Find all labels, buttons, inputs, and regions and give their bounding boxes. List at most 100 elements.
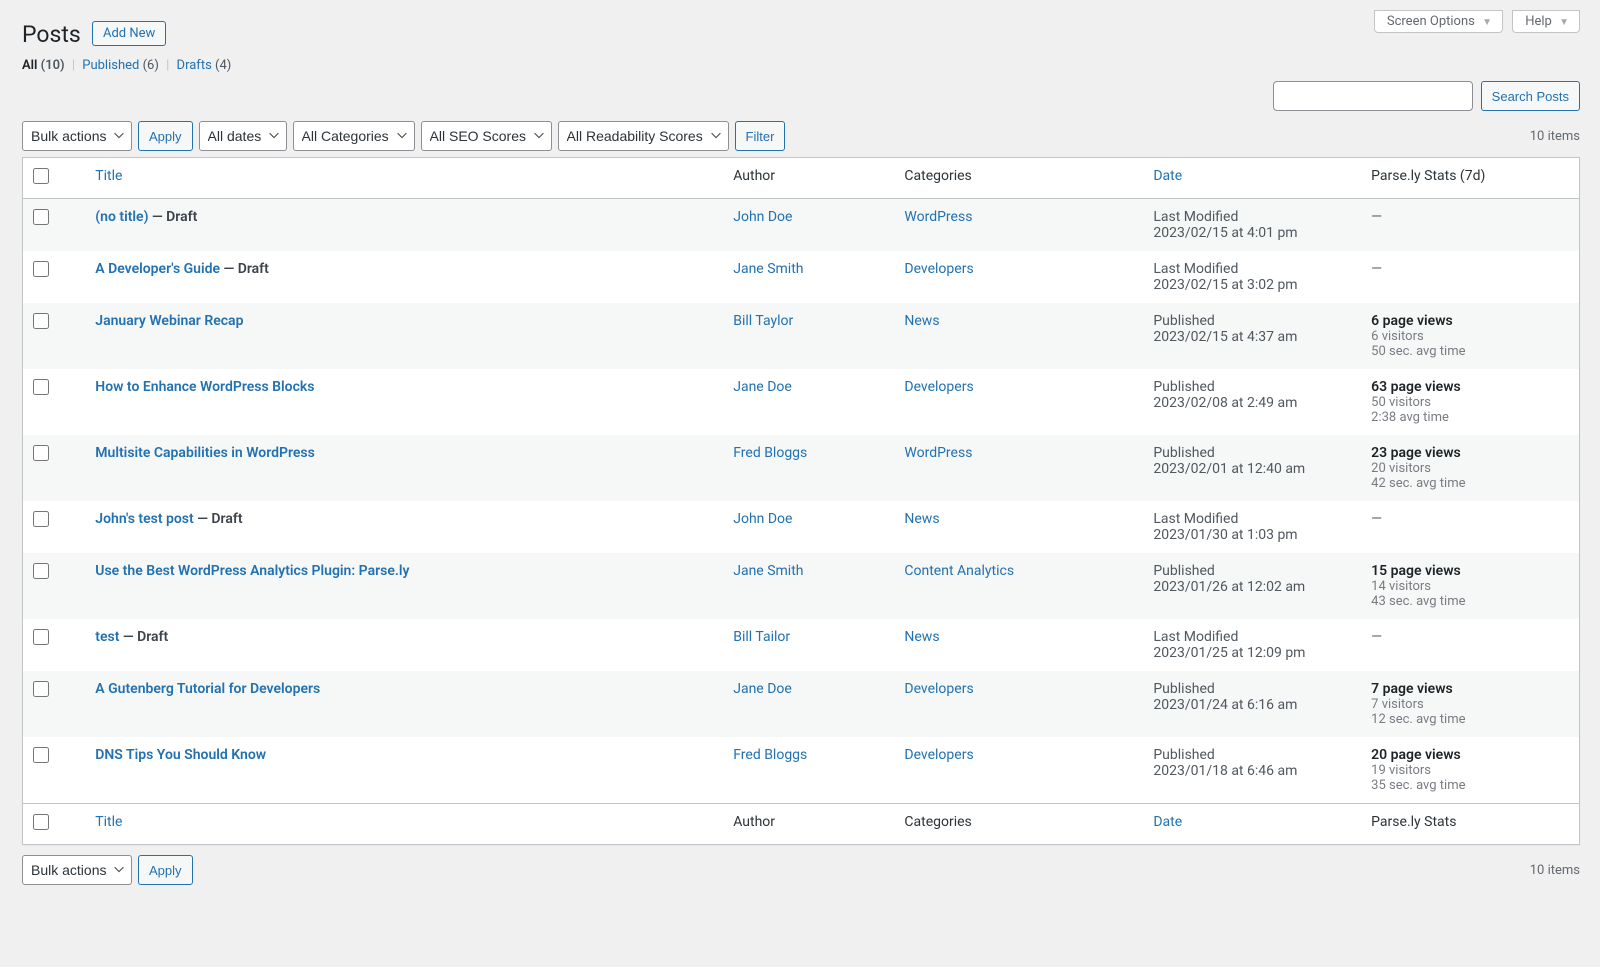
row-checkbox[interactable] bbox=[33, 313, 49, 329]
date-status: Published bbox=[1153, 313, 1351, 329]
pagination-count-bottom: 10 items bbox=[1530, 863, 1580, 878]
author-link[interactable]: John Doe bbox=[733, 511, 792, 527]
post-title-link[interactable]: Use the Best WordPress Analytics Plugin:… bbox=[95, 563, 409, 579]
category-link[interactable]: Developers bbox=[904, 379, 973, 395]
author-link[interactable]: Fred Bloggs bbox=[733, 445, 807, 461]
row-checkbox[interactable] bbox=[33, 379, 49, 395]
stats-views: 15 page views bbox=[1371, 563, 1569, 579]
column-author-header: Author bbox=[723, 158, 894, 199]
date-value: 2023/01/18 at 6:46 am bbox=[1153, 763, 1351, 779]
filter-all-link[interactable]: All (10) bbox=[22, 58, 68, 73]
select-all-checkbox-bottom[interactable] bbox=[33, 814, 49, 830]
category-link[interactable]: Content Analytics bbox=[904, 563, 1014, 579]
post-title-link[interactable]: A Gutenberg Tutorial for Developers bbox=[95, 681, 320, 697]
category-link[interactable]: WordPress bbox=[904, 445, 972, 461]
author-link[interactable]: Jane Doe bbox=[733, 681, 792, 697]
post-title-link[interactable]: January Webinar Recap bbox=[95, 313, 243, 329]
date-status: Last Modified bbox=[1153, 511, 1351, 527]
table-row: test — DraftBill TailorNewsLast Modified… bbox=[23, 619, 1579, 671]
date-filter-select[interactable]: All dates bbox=[199, 121, 287, 151]
post-title-link[interactable]: John's test post bbox=[95, 511, 193, 527]
post-state-draft: — Draft bbox=[194, 511, 243, 527]
category-filter-select[interactable]: All Categories bbox=[293, 121, 415, 151]
pagination-count: 10 items bbox=[1530, 129, 1580, 144]
post-state-draft: — Draft bbox=[149, 209, 198, 225]
stats-visitors: 50 visitors bbox=[1371, 395, 1569, 410]
category-link[interactable]: News bbox=[904, 511, 939, 527]
screen-options-button[interactable]: Screen Options ▼ bbox=[1374, 10, 1503, 33]
row-checkbox[interactable] bbox=[33, 747, 49, 763]
apply-bulk-button[interactable]: Apply bbox=[138, 121, 193, 151]
stats-empty: — bbox=[1371, 629, 1382, 645]
author-link[interactable]: Bill Tailor bbox=[733, 629, 790, 645]
column-date-footer[interactable]: Date bbox=[1153, 814, 1182, 830]
apply-bulk-button-bottom[interactable]: Apply bbox=[138, 855, 193, 885]
date-value: 2023/01/26 at 12:02 am bbox=[1153, 579, 1351, 595]
row-checkbox[interactable] bbox=[33, 563, 49, 579]
row-checkbox[interactable] bbox=[33, 511, 49, 527]
date-status: Last Modified bbox=[1153, 209, 1351, 225]
date-status: Published bbox=[1153, 445, 1351, 461]
filter-all-label: All bbox=[22, 58, 37, 73]
filter-drafts-label: Drafts bbox=[177, 58, 212, 73]
readability-filter-select[interactable]: All Readability Scores bbox=[558, 121, 729, 151]
post-title-link[interactable]: test bbox=[95, 629, 119, 645]
date-status: Published bbox=[1153, 681, 1351, 697]
post-title-link[interactable]: Multisite Capabilities in WordPress bbox=[95, 445, 315, 461]
row-checkbox[interactable] bbox=[33, 681, 49, 697]
stats-time: 12 sec. avg time bbox=[1371, 712, 1569, 727]
post-state-draft: — Draft bbox=[119, 629, 168, 645]
column-title-header[interactable]: Title bbox=[95, 168, 122, 184]
author-link[interactable]: John Doe bbox=[733, 209, 792, 225]
row-checkbox[interactable] bbox=[33, 445, 49, 461]
seo-filter-select[interactable]: All SEO Scores bbox=[421, 121, 552, 151]
bulk-actions-select-bottom[interactable]: Bulk actions bbox=[22, 855, 132, 885]
stats-empty: — bbox=[1371, 511, 1382, 527]
screen-options-label: Screen Options bbox=[1387, 14, 1475, 29]
separator: | bbox=[72, 58, 75, 73]
search-input[interactable] bbox=[1273, 81, 1473, 111]
post-title-link[interactable]: A Developer's Guide bbox=[95, 261, 220, 277]
table-row: Use the Best WordPress Analytics Plugin:… bbox=[23, 553, 1579, 619]
filter-button[interactable]: Filter bbox=[735, 121, 786, 151]
filter-drafts-link[interactable]: Drafts bbox=[177, 58, 215, 73]
search-posts-button[interactable]: Search Posts bbox=[1481, 81, 1580, 111]
author-link[interactable]: Jane Doe bbox=[733, 379, 792, 395]
column-title-footer[interactable]: Title bbox=[95, 814, 122, 830]
date-value: 2023/02/08 at 2:49 am bbox=[1153, 395, 1351, 411]
author-link[interactable]: Jane Smith bbox=[733, 261, 803, 277]
category-link[interactable]: Developers bbox=[904, 747, 973, 763]
stats-views: 63 page views bbox=[1371, 379, 1569, 395]
post-title-link[interactable]: How to Enhance WordPress Blocks bbox=[95, 379, 314, 395]
select-all-checkbox[interactable] bbox=[33, 168, 49, 184]
category-link[interactable]: News bbox=[904, 313, 939, 329]
post-title-link[interactable]: DNS Tips You Should Know bbox=[95, 747, 266, 763]
author-link[interactable]: Fred Bloggs bbox=[733, 747, 807, 763]
filter-all-count: (10) bbox=[41, 58, 65, 73]
row-checkbox[interactable] bbox=[33, 629, 49, 645]
filter-published-link[interactable]: Published bbox=[82, 58, 142, 73]
author-link[interactable]: Jane Smith bbox=[733, 563, 803, 579]
row-checkbox[interactable] bbox=[33, 209, 49, 225]
author-link[interactable]: Bill Taylor bbox=[733, 313, 793, 329]
stats-visitors: 20 visitors bbox=[1371, 461, 1569, 476]
date-value: 2023/01/30 at 1:03 pm bbox=[1153, 527, 1351, 543]
category-link[interactable]: News bbox=[904, 629, 939, 645]
category-link[interactable]: WordPress bbox=[904, 209, 972, 225]
stats-views: 23 page views bbox=[1371, 445, 1569, 461]
category-link[interactable]: Developers bbox=[904, 681, 973, 697]
table-row: DNS Tips You Should Know Fred Bloggs Devel… bbox=[23, 737, 1579, 803]
category-link[interactable]: Developers bbox=[904, 261, 973, 277]
stats-visitors: 14 visitors bbox=[1371, 579, 1569, 594]
row-checkbox[interactable] bbox=[33, 261, 49, 277]
bulk-actions-select[interactable]: Bulk actions bbox=[22, 121, 132, 151]
stats-empty: — bbox=[1371, 209, 1382, 225]
help-button[interactable]: Help ▼ bbox=[1512, 10, 1580, 33]
add-new-button[interactable]: Add New bbox=[92, 21, 166, 46]
stats-views: 20 page views bbox=[1371, 747, 1569, 763]
column-date-header[interactable]: Date bbox=[1153, 168, 1182, 184]
stats-time: 35 sec. avg time bbox=[1371, 778, 1569, 793]
post-title-link[interactable]: (no title) bbox=[95, 209, 148, 225]
date-status: Published bbox=[1153, 379, 1351, 395]
caret-down-icon: ▼ bbox=[1559, 17, 1569, 28]
